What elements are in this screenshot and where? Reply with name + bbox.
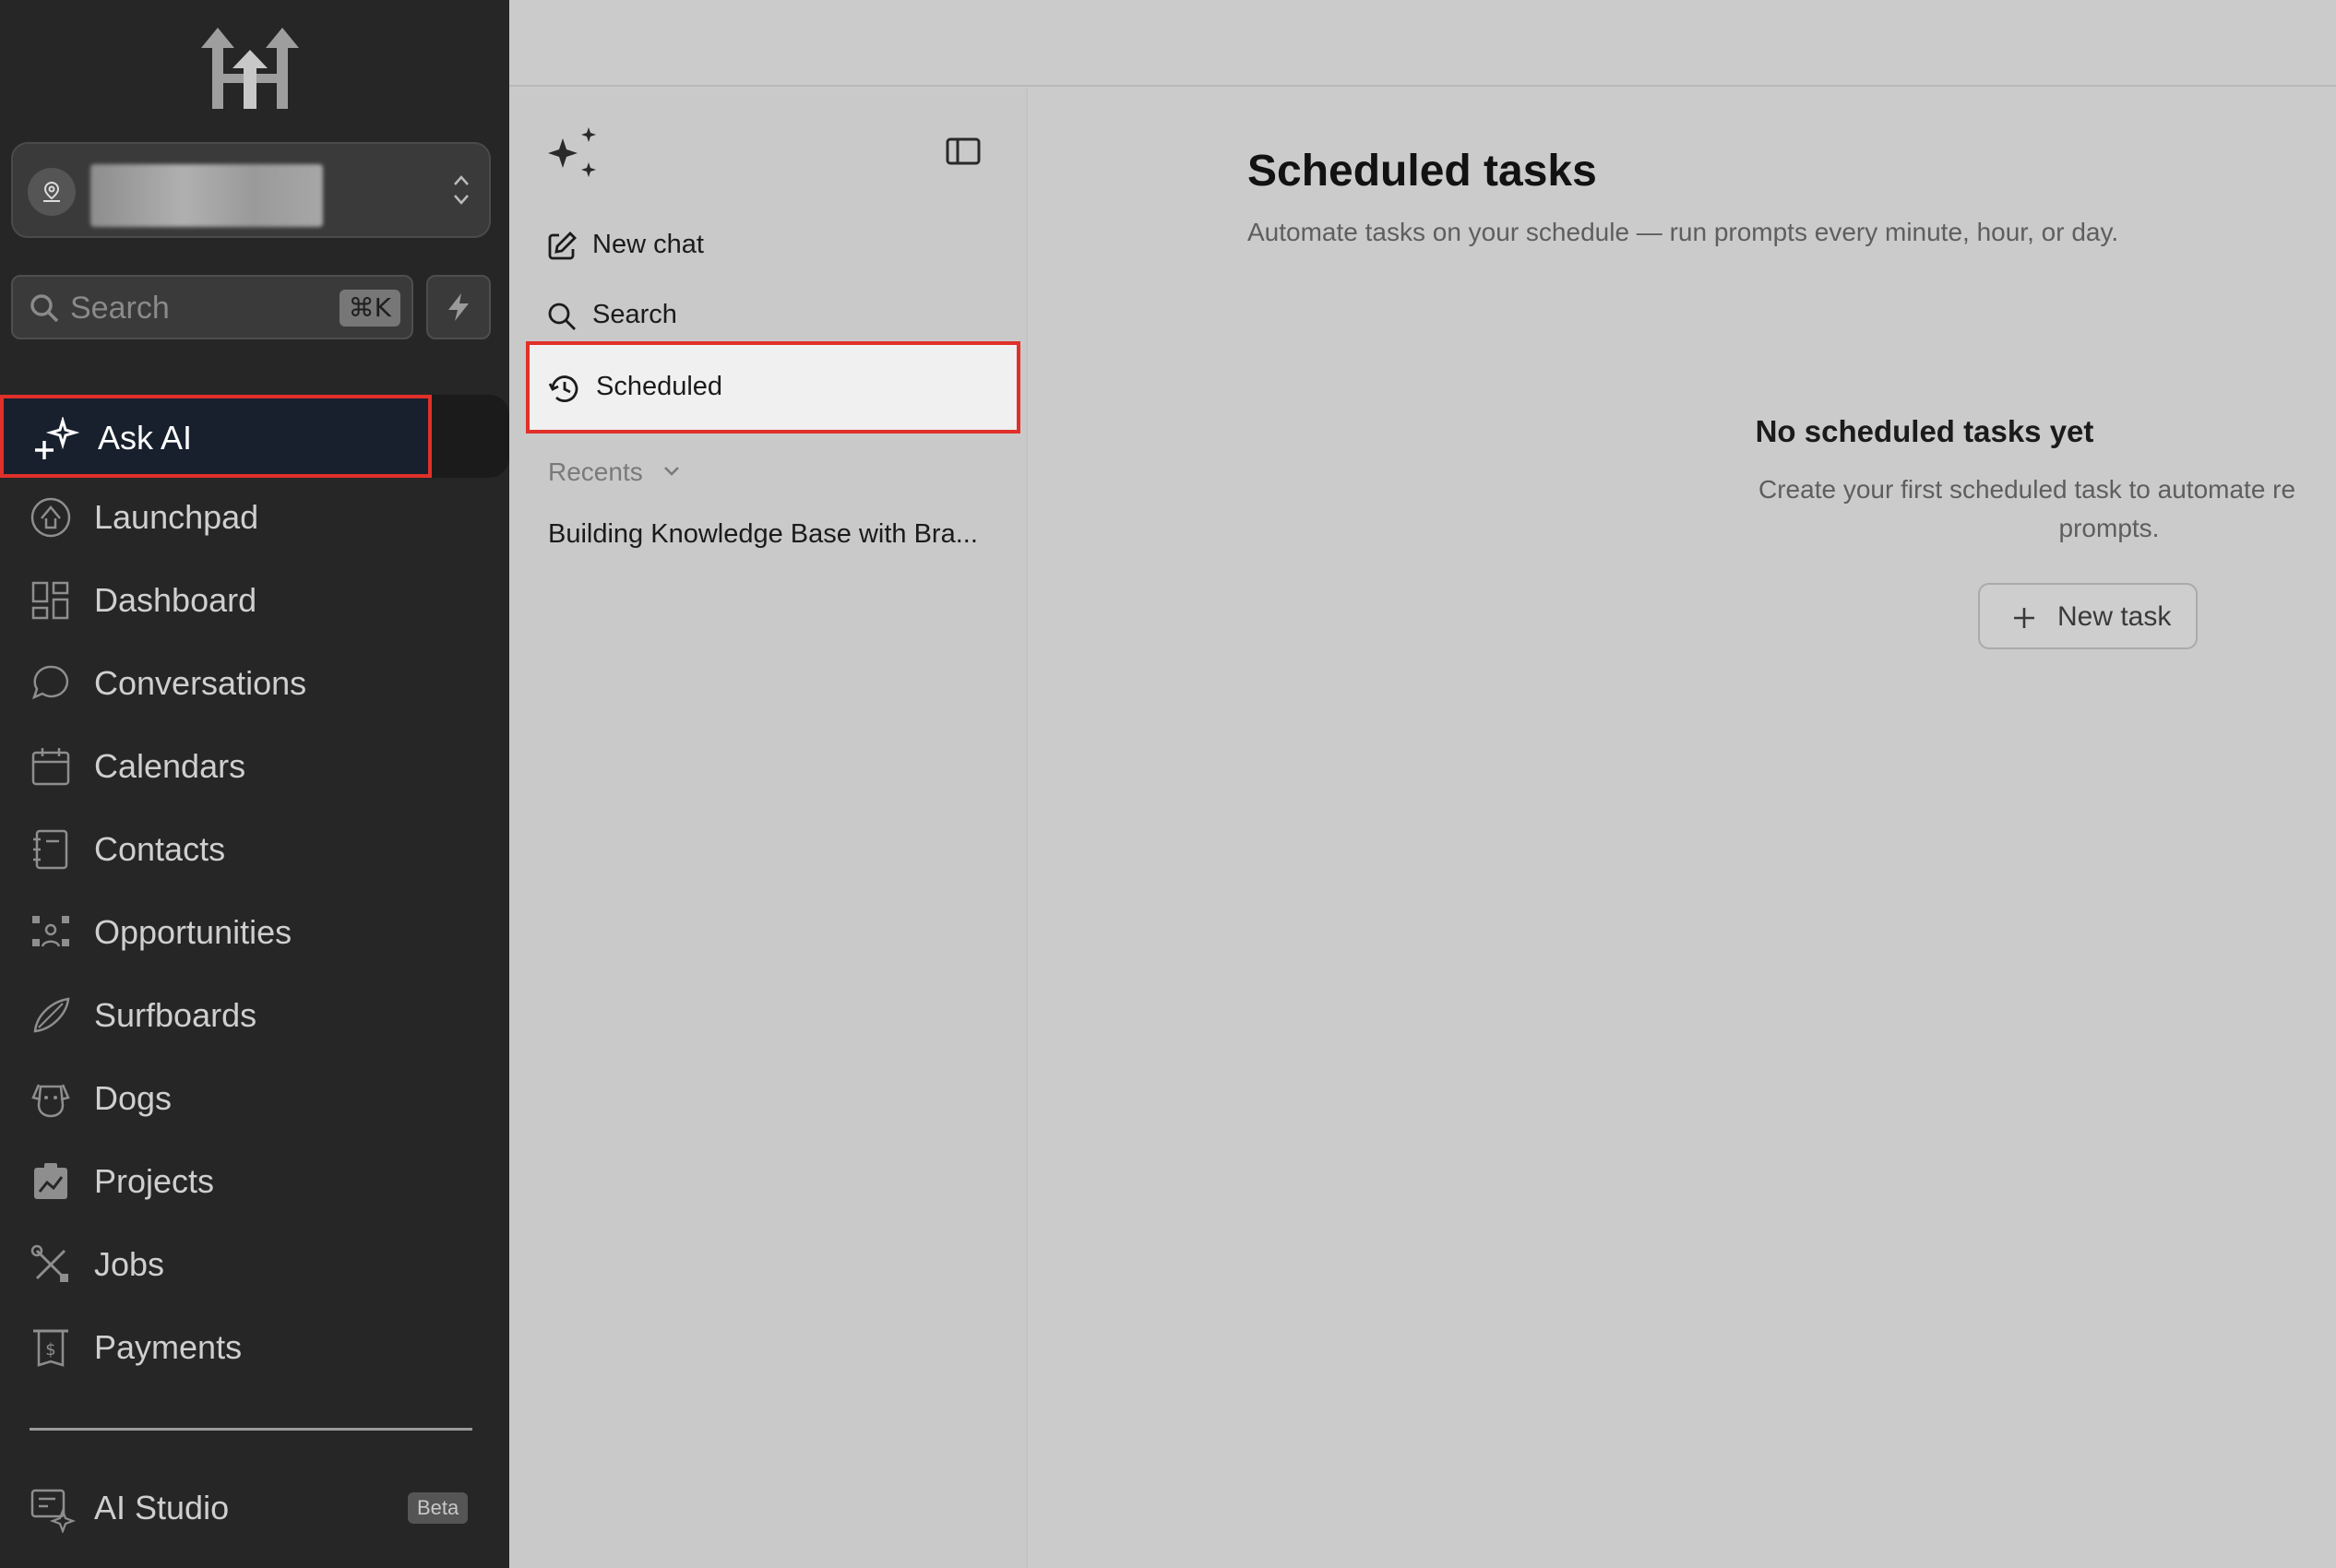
sidebar-item-conversations[interactable]: Conversations <box>0 646 509 719</box>
launchpad-icon <box>30 496 72 539</box>
search-icon <box>28 291 61 325</box>
sidebar-item-label: Payments <box>94 1328 243 1366</box>
chevron-up-down-icon <box>452 172 471 208</box>
main-content: Scheduled tasks Automate tasks on your s… <box>1030 89 2336 1568</box>
search-input[interactable]: Search ⌘K <box>11 275 413 339</box>
sidebar: Search ⌘K Ask AI Launchpad Dashboard Con… <box>0 0 509 1568</box>
lightning-bolt-icon <box>448 293 469 321</box>
sidebar-item-launchpad[interactable]: Launchpad <box>0 480 509 553</box>
recent-chat-item[interactable]: Building Knowledge Base with Bra... <box>548 517 978 552</box>
page-subtitle: Automate tasks on your schedule — run pr… <box>1247 218 2119 246</box>
chevron-down-icon[interactable] <box>662 465 681 478</box>
sidebar-item-label: Jobs <box>94 1245 165 1283</box>
ai-studio-icon <box>30 1487 76 1533</box>
quick-actions-button[interactable] <box>426 275 491 339</box>
sidebar-item-calendars[interactable]: Calendars <box>0 729 509 802</box>
sidebar-item-label: Launchpad <box>94 498 259 536</box>
sidebar-item-contacts[interactable]: Contacts <box>0 812 509 885</box>
panel-search-button[interactable]: Search <box>546 288 823 343</box>
sidebar-item-label: Opportunities <box>94 913 292 951</box>
search-shortcut-badge: ⌘K <box>339 290 400 327</box>
payments-icon: $ <box>30 1326 72 1369</box>
search-icon <box>546 301 578 332</box>
search-label: Search <box>592 300 677 329</box>
plus-icon <box>2011 605 2037 631</box>
opportunities-icon <box>30 911 72 954</box>
location-user-icon <box>43 181 60 202</box>
sidebar-item-label: Surfboards <box>94 996 257 1034</box>
search-placeholder: Search <box>70 291 170 326</box>
sidebar-item-projects[interactable]: Projects <box>0 1144 509 1218</box>
sidebar-item-label: Conversations <box>94 664 307 702</box>
account-avatar <box>28 168 76 216</box>
new-task-label: New task <box>2057 601 2172 632</box>
sidebar-item-opportunities[interactable]: Opportunities <box>0 895 509 968</box>
recents-header[interactable]: Recents <box>548 456 643 489</box>
sidebar-item-label: Calendars <box>94 747 246 785</box>
empty-state-title: No scheduled tasks yet <box>1755 414 2094 448</box>
top-bar <box>509 0 2336 87</box>
scheduled-label: Scheduled <box>596 372 723 401</box>
ai-chat-panel: New chat Search Scheduled Recents Buildi… <box>509 89 1028 1568</box>
sidebar-item-label: Dashboard <box>94 581 257 619</box>
sidebar-item-label: Contacts <box>94 830 226 868</box>
empty-state-description: Create your first scheduled task to auto… <box>1758 475 2296 504</box>
svg-text:$: $ <box>45 1340 55 1360</box>
beta-badge: Beta <box>408 1492 469 1524</box>
sidebar-item-surfboards[interactable]: Surfboards <box>0 978 509 1051</box>
ask-ai-highlight: Ask AI <box>0 395 432 478</box>
sidebar-item-label: AI Studio <box>94 1489 230 1526</box>
account-switcher[interactable] <box>11 142 491 238</box>
sidebar-item-dogs[interactable]: Dogs <box>0 1061 509 1134</box>
sidebar-item-jobs[interactable]: Jobs <box>0 1227 509 1301</box>
app-logo[interactable] <box>201 28 299 109</box>
calendar-icon <box>30 745 72 788</box>
chat-bubble-icon <box>30 662 72 705</box>
sidebar-item-label: Projects <box>94 1162 215 1200</box>
page-title: Scheduled tasks <box>1247 147 1597 196</box>
sidebar-item-dashboard[interactable]: Dashboard <box>0 563 509 636</box>
new-task-button[interactable]: New task <box>1978 583 2198 649</box>
dog-icon <box>30 1077 72 1120</box>
sidebar-item-ask-ai[interactable]: Ask AI <box>0 395 509 478</box>
empty-state-description-continued: prompts. <box>2058 514 2160 542</box>
surfboard-icon <box>30 994 72 1037</box>
dashboard-icon <box>30 579 72 622</box>
tools-icon <box>30 1243 72 1286</box>
sidebar-item-label: Dogs <box>94 1079 173 1117</box>
sparkle-icon <box>31 417 79 463</box>
new-chat-button[interactable]: New chat <box>546 218 823 273</box>
projects-icon <box>30 1160 72 1203</box>
new-chat-label: New chat <box>592 230 704 259</box>
sidebar-item-payments[interactable]: $ Payments <box>0 1310 509 1384</box>
ask-ai-label: Ask AI <box>98 419 193 457</box>
sidebar-item-ai-studio[interactable]: AI Studio Beta <box>0 1470 509 1544</box>
account-name-redacted <box>90 164 323 227</box>
sidebar-divider <box>30 1428 472 1431</box>
edit-icon <box>546 231 578 262</box>
contact-book-icon <box>30 828 72 871</box>
sidebar-toggle-icon[interactable] <box>945 137 982 166</box>
clock-refresh-icon <box>548 373 581 406</box>
sparkles-icon <box>546 125 603 183</box>
scheduled-button[interactable]: Scheduled <box>526 341 1020 434</box>
